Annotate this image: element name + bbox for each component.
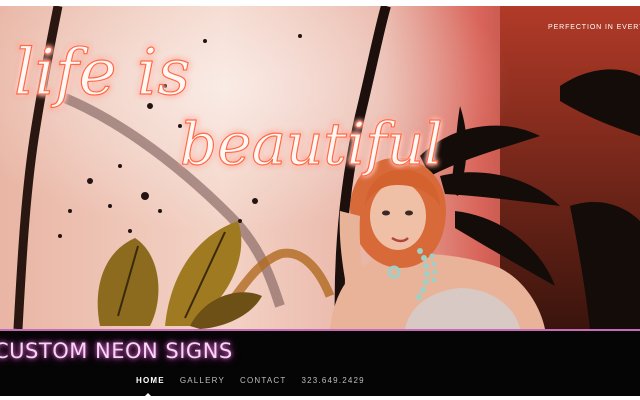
page: life is beautiful PERFECTION IN EVERY SI… [0,0,640,400]
site-header-bar: CUSTOM NEON SIGNS HOME GALLERY CONTACT 3… [0,329,640,398]
hero-photo: life is beautiful [0,6,640,329]
hero-tagline: PERFECTION IN EVERY SIGN [548,24,640,31]
neon-line2: beautiful [180,110,443,178]
nav-gallery[interactable]: GALLERY [180,376,225,385]
main-nav: HOME GALLERY CONTACT 323.649.2429 [136,376,380,385]
hero-banner: life is beautiful PERFECTION IN EVERY SI… [0,6,640,329]
nav-home[interactable]: HOME [136,376,165,385]
nav-phone[interactable]: 323.649.2429 [301,376,364,385]
nav-contact[interactable]: CONTACT [240,376,286,385]
neon-line1: life is [14,36,190,110]
brand-title[interactable]: CUSTOM NEON SIGNS [0,339,233,363]
bottom-border [0,396,640,400]
